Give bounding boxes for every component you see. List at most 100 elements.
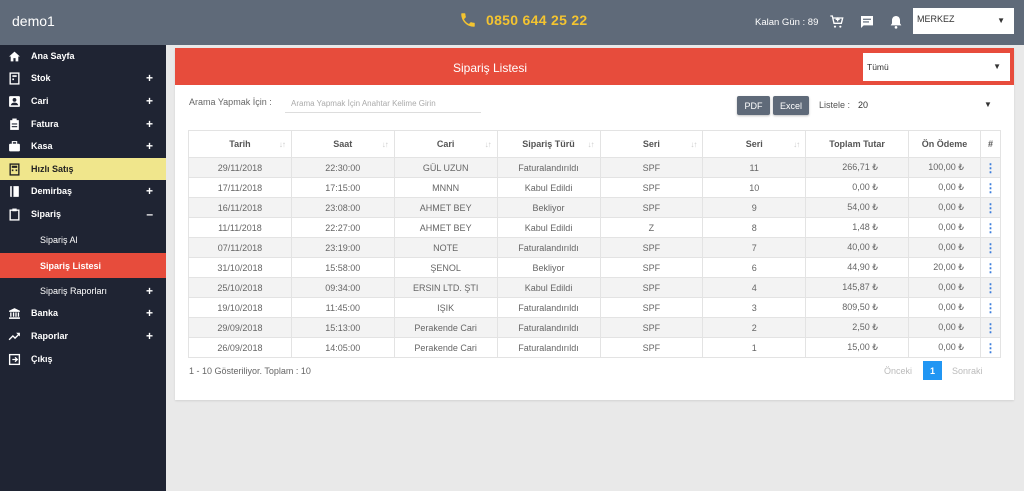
row-menu-icon[interactable]: ⋮ [979, 337, 1002, 358]
search-input[interactable] [285, 95, 481, 113]
sort-icon: ↓↑ [690, 140, 697, 149]
expand-icon: + [145, 329, 153, 343]
row-menu-icon[interactable]: ⋮ [979, 257, 1002, 278]
orders-table: Tarih ↓↑ Saat ↓↑ Cari ↓↑ Sipariş Türü ↓↑ Ser… [188, 130, 1002, 358]
table-cell: Z [599, 217, 704, 238]
table-row[interactable]: 11/11/2018 22:27:00 AHMET BEY Kabul Edildi Z… [188, 217, 1002, 238]
table-cell: 10 [702, 177, 807, 198]
row-menu-icon[interactable]: ⋮ [979, 197, 1002, 218]
sidebar-item-hizli-satis[interactable]: Hızlı Satış [0, 158, 166, 180]
table-row[interactable]: 26/09/2018 14:05:00 Perakende Cari Faturala… [188, 337, 1002, 358]
page-size-select[interactable]: 20 [858, 100, 868, 110]
pdf-export-button[interactable]: PDF [737, 96, 770, 115]
expand-icon: + [145, 284, 153, 298]
table-cell: ERSIN LTD. ŞTI [393, 277, 498, 298]
status-filter-select[interactable]: Tümü ▼ [863, 53, 1010, 81]
table-row[interactable]: 29/09/2018 15:13:00 Perakende Cari Faturala… [188, 317, 1002, 338]
table-header-row: Tarih ↓↑ Saat ↓↑ Cari ↓↑ Sipariş Türü ↓↑ Ser… [188, 130, 1002, 158]
table-cell: AHMET BEY [393, 197, 498, 218]
branch-select[interactable]: MERKEZ ▼ [913, 8, 1014, 34]
sidebar-item-label: Sipariş Al [40, 235, 78, 245]
table-row[interactable]: 16/11/2018 23:08:00 AHMET BEY Bekliyor SPF 9 5… [188, 197, 1002, 218]
expand-icon: + [145, 94, 153, 108]
sidebar-item-siparis[interactable]: Sipariş – [0, 203, 166, 225]
table-row[interactable]: 17/11/2018 17:15:00 MNNN Kabul Edildi SPF 10 0… [188, 177, 1002, 198]
sidebar-item-cari[interactable]: Cari + [0, 90, 166, 112]
sidebar-item-banka[interactable]: Banka + [0, 302, 166, 324]
sidebar-item-ana-sayfa[interactable]: Ana Sayfa [0, 45, 166, 67]
table-cell: 11 [702, 157, 807, 178]
sidebar-item-siparis-listesi[interactable]: Sipariş Listesi [0, 253, 166, 278]
column-header-saat[interactable]: Saat ↓↑ [290, 130, 395, 158]
table-cell: 1 [702, 337, 807, 358]
sidebar: Ana Sayfa Stok + Cari + Fatura + Kasa + … [0, 45, 166, 491]
sort-icon: ↓↑ [587, 140, 595, 149]
table-cell: 20,00 ₺ [908, 257, 981, 278]
table-cell: 22:27:00 [290, 217, 395, 238]
table-cell: 14:05:00 [290, 337, 395, 358]
row-menu-icon[interactable]: ⋮ [979, 237, 1002, 258]
row-menu-icon[interactable]: ⋮ [979, 277, 1002, 298]
column-header-cari[interactable]: Cari ↓↑ [393, 130, 498, 158]
brand-name[interactable]: demo1 [12, 13, 55, 29]
row-menu-icon[interactable]: ⋮ [979, 157, 1002, 178]
chevron-down-icon[interactable]: ▼ [984, 100, 992, 109]
table-cell: 7 [702, 237, 807, 258]
table-cell: Faturalandırıldı [496, 297, 601, 318]
clipboard-icon [9, 208, 20, 221]
table-cell: 26/09/2018 [188, 337, 292, 358]
message-icon[interactable] [859, 14, 875, 30]
table-cell: Faturalandırıldı [496, 317, 601, 338]
sort-icon: ↓↑ [793, 140, 800, 149]
sidebar-item-label: Raporlar [31, 331, 69, 341]
column-header-siparis-turu[interactable]: Sipariş Türü ↓↑ [496, 130, 601, 158]
table-row[interactable]: 29/11/2018 22:30:00 GÜL UZUN Faturalandırıl… [188, 157, 1002, 178]
table-cell: 31/10/2018 [188, 257, 292, 278]
expand-icon: + [145, 71, 153, 85]
column-header-seri-no[interactable]: Seri ↓↑ [702, 130, 807, 158]
sidebar-item-demirbas[interactable]: Demirbaş + [0, 180, 166, 202]
table-row[interactable]: 07/11/2018 23:19:00 NOTE Faturalandırıldı SP… [188, 237, 1002, 258]
sidebar-item-label: Kasa [31, 141, 53, 151]
table-row[interactable]: 31/10/2018 15:58:00 ŞENOL Bekliyor SPF 6 44,90… [188, 257, 1002, 278]
table-cell: 15,00 ₺ [805, 337, 910, 358]
row-menu-icon[interactable]: ⋮ [979, 297, 1002, 318]
column-header-tarih[interactable]: Tarih ↓↑ [188, 130, 292, 158]
table-cell: 15:58:00 [290, 257, 395, 278]
column-header-toplam-tutar[interactable]: Toplam Tutar [805, 130, 910, 158]
bell-icon[interactable] [888, 14, 904, 30]
table-cell: 17/11/2018 [188, 177, 292, 198]
sidebar-item-siparis-raporlari[interactable]: Sipariş Raporları + [0, 279, 166, 303]
pagination-next-button[interactable]: Sonraki [952, 366, 983, 376]
pagination-page-button[interactable]: 1 [923, 361, 942, 380]
sidebar-item-cikis[interactable]: Çıkış [0, 348, 166, 370]
table-row[interactable]: 19/10/2018 11:45:00 IŞIK Faturalandırıldı SP… [188, 297, 1002, 318]
column-header-on-odeme[interactable]: Ön Ödeme [908, 130, 981, 158]
table-cell: Faturalandırıldı [496, 337, 601, 358]
sidebar-item-stok[interactable]: Stok + [0, 67, 166, 89]
table-row[interactable]: 25/10/2018 09:34:00 ERSIN LTD. ŞTI Kabul Ed… [188, 277, 1002, 298]
expand-icon: + [145, 117, 153, 131]
table-cell: Bekliyor [496, 257, 601, 278]
sort-icon: ↓↑ [484, 140, 492, 149]
table-cell: 15:13:00 [290, 317, 395, 338]
cart-icon[interactable] [829, 14, 845, 30]
pagination-prev-button[interactable]: Önceki [884, 366, 912, 376]
table-cell: Bekliyor [496, 197, 601, 218]
sidebar-item-siparis-al[interactable]: Sipariş Al [0, 228, 166, 252]
expand-icon: + [145, 184, 153, 198]
sidebar-item-raporlar[interactable]: Raporlar + [0, 325, 166, 347]
column-header-seri[interactable]: Seri ↓↑ [599, 130, 704, 158]
table-cell: 23:19:00 [290, 237, 395, 258]
table-cell: MNNN [393, 177, 498, 198]
excel-export-button[interactable]: Excel [773, 96, 809, 115]
table-cell: 0,00 ₺ [908, 177, 981, 198]
column-header-actions: # [979, 130, 1002, 158]
sidebar-item-fatura[interactable]: Fatura + [0, 113, 166, 135]
row-menu-icon[interactable]: ⋮ [979, 317, 1002, 338]
sidebar-item-kasa[interactable]: Kasa + [0, 135, 166, 157]
calculator-icon [9, 162, 20, 176]
page-title: Sipariş Listesi [452, 61, 528, 75]
row-menu-icon[interactable]: ⋮ [979, 217, 1002, 238]
row-menu-icon[interactable]: ⋮ [979, 177, 1002, 198]
